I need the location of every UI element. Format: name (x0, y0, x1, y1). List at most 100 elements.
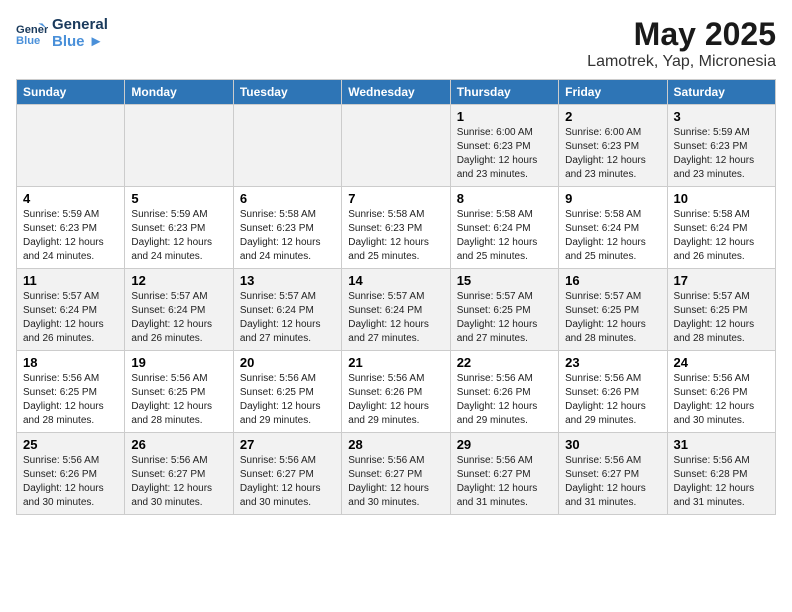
day-number: 8 (457, 191, 552, 206)
day-number: 24 (674, 355, 769, 370)
calendar-cell: 20Sunrise: 5:56 AM Sunset: 6:25 PM Dayli… (233, 351, 341, 433)
calendar-cell: 6 Sunrise: 5:58 AM Sunset: 6:23 PM Daylig… (233, 187, 341, 269)
day-info: Sunrise: 5:58 AM Sunset: 6:23 PM Dayligh… (240, 208, 335, 264)
day-number: 15 (457, 273, 552, 288)
title-block: May 2025 Lamotrek, Yap, Micronesia (587, 16, 776, 71)
day-info: Sunrise: 5:56 AM Sunset: 6:26 PM Dayligh… (348, 372, 443, 428)
day-info: Sunrise: 5:56 AM Sunset: 6:27 PM Dayligh… (457, 454, 552, 510)
col-tuesday: Tuesday (233, 80, 341, 105)
day-info: Sunrise: 5:56 AM Sunset: 6:28 PM Dayligh… (674, 454, 769, 510)
day-info: Sunrise: 5:59 AM Sunset: 6:23 PM Dayligh… (23, 208, 118, 264)
day-number: 14 (348, 273, 443, 288)
col-monday: Monday (125, 80, 233, 105)
day-number: 18 (23, 355, 118, 370)
calendar-week-row: 4Sunrise: 5:59 AM Sunset: 6:23 PM Daylig… (17, 187, 776, 269)
calendar-cell: 3 Sunrise: 5:59 AM Sunset: 6:23 PM Daylig… (667, 105, 775, 187)
day-info: Sunrise: 5:57 AM Sunset: 6:25 PM Dayligh… (457, 290, 552, 346)
calendar-cell: 15 Sunrise: 5:57 AM Sunset: 6:25 PM Dayli… (450, 269, 558, 351)
calendar-cell (342, 105, 450, 187)
calendar-cell: 13 Sunrise: 5:57 AM Sunset: 6:24 PM Dayli… (233, 269, 341, 351)
day-info: Sunrise: 5:56 AM Sunset: 6:27 PM Dayligh… (348, 454, 443, 510)
day-number: 20 (240, 355, 335, 370)
calendar-cell (125, 105, 233, 187)
day-info: Sunrise: 5:56 AM Sunset: 6:26 PM Dayligh… (674, 372, 769, 428)
day-number: 22 (457, 355, 552, 370)
day-info: Sunrise: 5:58 AM Sunset: 6:23 PM Dayligh… (348, 208, 443, 264)
day-number: 12 (131, 273, 226, 288)
svg-text:Blue: Blue (16, 35, 40, 47)
day-info: Sunrise: 5:59 AM Sunset: 6:23 PM Dayligh… (674, 126, 769, 182)
logo-icon: General Blue (16, 17, 48, 49)
calendar-cell: 21 Sunrise: 5:56 AM Sunset: 6:26 PM Dayli… (342, 351, 450, 433)
logo-blue: Blue ► (52, 33, 108, 50)
col-friday: Friday (559, 80, 667, 105)
day-number: 17 (674, 273, 769, 288)
day-number: 1 (457, 109, 552, 124)
calendar-cell: 1Sunrise: 6:00 AM Sunset: 6:23 PM Daylig… (450, 105, 558, 187)
day-info: Sunrise: 5:58 AM Sunset: 6:24 PM Dayligh… (565, 208, 660, 264)
calendar-week-row: 18 Sunrise: 5:56 AM Sunset: 6:25 PM Dayli… (17, 351, 776, 433)
day-number: 27 (240, 437, 335, 452)
day-info: Sunrise: 5:57 AM Sunset: 6:25 PM Dayligh… (565, 290, 660, 346)
day-info: Sunrise: 5:56 AM Sunset: 6:25 PM Dayligh… (131, 372, 226, 428)
calendar-body: 1Sunrise: 6:00 AM Sunset: 6:23 PM Daylig… (17, 105, 776, 515)
calendar-cell: 11 Sunrise: 5:57 AM Sunset: 6:24 PM Dayli… (17, 269, 125, 351)
day-number: 9 (565, 191, 660, 206)
calendar-cell: 10Sunrise: 5:58 AM Sunset: 6:24 PM Dayli… (667, 187, 775, 269)
day-number: 21 (348, 355, 443, 370)
calendar-cell: 12 Sunrise: 5:57 AM Sunset: 6:24 PM Dayli… (125, 269, 233, 351)
day-number: 13 (240, 273, 335, 288)
col-wednesday: Wednesday (342, 80, 450, 105)
col-thursday: Thursday (450, 80, 558, 105)
calendar-header: Sunday Monday Tuesday Wednesday Thursday… (17, 80, 776, 105)
calendar-cell: 18 Sunrise: 5:56 AM Sunset: 6:25 PM Dayli… (17, 351, 125, 433)
day-number: 28 (348, 437, 443, 452)
day-number: 10 (674, 191, 769, 206)
day-number: 31 (674, 437, 769, 452)
calendar-cell: 2Sunrise: 6:00 AM Sunset: 6:23 PM Daylig… (559, 105, 667, 187)
day-info: Sunrise: 5:56 AM Sunset: 6:26 PM Dayligh… (457, 372, 552, 428)
day-info: Sunrise: 5:56 AM Sunset: 6:27 PM Dayligh… (240, 454, 335, 510)
day-info: Sunrise: 5:59 AM Sunset: 6:23 PM Dayligh… (131, 208, 226, 264)
day-info: Sunrise: 5:57 AM Sunset: 6:25 PM Dayligh… (674, 290, 769, 346)
calendar-cell: 25Sunrise: 5:56 AM Sunset: 6:26 PM Dayli… (17, 433, 125, 515)
day-number: 11 (23, 273, 118, 288)
day-number: 25 (23, 437, 118, 452)
day-number: 19 (131, 355, 226, 370)
page-header: General Blue General Blue ► May 2025 Lam… (16, 16, 776, 71)
calendar-cell: 24 Sunrise: 5:56 AM Sunset: 6:26 PM Dayli… (667, 351, 775, 433)
calendar-subtitle: Lamotrek, Yap, Micronesia (587, 53, 776, 71)
day-info: Sunrise: 5:57 AM Sunset: 6:24 PM Dayligh… (23, 290, 118, 346)
calendar-week-row: 1Sunrise: 6:00 AM Sunset: 6:23 PM Daylig… (17, 105, 776, 187)
calendar-week-row: 11 Sunrise: 5:57 AM Sunset: 6:24 PM Dayli… (17, 269, 776, 351)
col-saturday: Saturday (667, 80, 775, 105)
header-row: Sunday Monday Tuesday Wednesday Thursday… (17, 80, 776, 105)
calendar-cell: 5 Sunrise: 5:59 AM Sunset: 6:23 PM Daylig… (125, 187, 233, 269)
calendar-cell: 30 Sunrise: 5:56 AM Sunset: 6:27 PM Dayli… (559, 433, 667, 515)
day-number: 30 (565, 437, 660, 452)
calendar-cell: 26 Sunrise: 5:56 AM Sunset: 6:27 PM Dayli… (125, 433, 233, 515)
day-number: 5 (131, 191, 226, 206)
day-info: Sunrise: 5:56 AM Sunset: 6:27 PM Dayligh… (131, 454, 226, 510)
day-info: Sunrise: 5:57 AM Sunset: 6:24 PM Dayligh… (240, 290, 335, 346)
calendar-cell: 14 Sunrise: 5:57 AM Sunset: 6:24 PM Dayli… (342, 269, 450, 351)
day-info: Sunrise: 5:56 AM Sunset: 6:26 PM Dayligh… (565, 372, 660, 428)
logo: General Blue General Blue ► (16, 16, 108, 50)
day-number: 6 (240, 191, 335, 206)
calendar-title: May 2025 (587, 16, 776, 53)
calendar-cell: 9 Sunrise: 5:58 AM Sunset: 6:24 PM Daylig… (559, 187, 667, 269)
calendar-cell: 27 Sunrise: 5:56 AM Sunset: 6:27 PM Dayli… (233, 433, 341, 515)
day-info: Sunrise: 5:57 AM Sunset: 6:24 PM Dayligh… (348, 290, 443, 346)
day-number: 3 (674, 109, 769, 124)
calendar-cell: 31 Sunrise: 5:56 AM Sunset: 6:28 PM Dayli… (667, 433, 775, 515)
day-number: 16 (565, 273, 660, 288)
day-number: 23 (565, 355, 660, 370)
calendar-cell (233, 105, 341, 187)
day-number: 26 (131, 437, 226, 452)
day-info: Sunrise: 5:57 AM Sunset: 6:24 PM Dayligh… (131, 290, 226, 346)
day-info: Sunrise: 5:58 AM Sunset: 6:24 PM Dayligh… (457, 208, 552, 264)
day-info: Sunrise: 5:56 AM Sunset: 6:25 PM Dayligh… (23, 372, 118, 428)
calendar-cell: 17 Sunrise: 5:57 AM Sunset: 6:25 PM Dayli… (667, 269, 775, 351)
col-sunday: Sunday (17, 80, 125, 105)
day-info: Sunrise: 5:56 AM Sunset: 6:27 PM Dayligh… (565, 454, 660, 510)
